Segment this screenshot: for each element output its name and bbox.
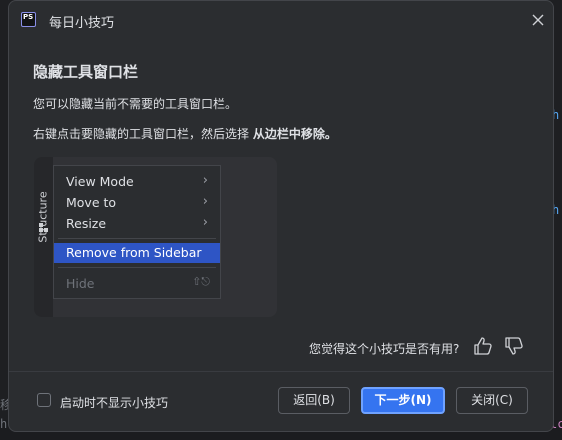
background-code-fragment: h	[0, 417, 8, 431]
back-button[interactable]: 返回(B)	[278, 387, 350, 414]
close-button[interactable]: 关闭(C)	[456, 387, 528, 414]
app-logo-icon: PS	[21, 12, 36, 27]
footer-divider	[9, 371, 553, 372]
menu-separator	[58, 267, 216, 268]
dialog-title: 每日小技巧	[49, 16, 115, 31]
thumbs-down-icon[interactable]	[503, 335, 525, 357]
menu-item-move-to[interactable]: Move to	[66, 195, 116, 210]
menu-item-remove-from-sidebar[interactable]: Remove from Sidebar	[54, 243, 220, 263]
feedback-question: 您觉得这个小技巧是否有用?	[309, 342, 460, 356]
tip-instruction-text: 右键点击要隐藏的工具窗口栏，然后选择	[33, 127, 253, 141]
menu-item-label: Remove from Sidebar	[66, 245, 202, 260]
menu-item-hide[interactable]: Hide	[66, 276, 95, 291]
checkbox-label: 启动时不显示小技巧	[60, 396, 169, 410]
dont-show-on-startup-checkbox[interactable]	[37, 393, 51, 407]
submenu-arrow-icon: ›	[202, 194, 208, 209]
strip-label: Structure	[36, 191, 50, 243]
tip-instruction: 右键点击要隐藏的工具窗口栏，然后选择 从边栏中移除。	[33, 125, 337, 142]
shortcut-hint: ⇧⎋	[192, 275, 210, 288]
context-menu: View Mode › Move to › Resize › Remove fr…	[53, 165, 221, 299]
thumbs-up-icon[interactable]	[472, 335, 494, 357]
menu-item-resize[interactable]: Resize	[66, 216, 106, 231]
submenu-arrow-icon: ›	[202, 173, 208, 188]
tip-description: 您可以隐藏当前不需要的工具窗口栏。	[33, 97, 238, 111]
tip-preview-image: Structure View Mode › Move to › Resize ›…	[34, 157, 277, 317]
tip-of-the-day-dialog: PS 每日小技巧 隐藏工具窗口栏 您可以隐藏当前不需要的工具窗口栏。 右键点击要…	[8, 0, 554, 432]
menu-item-view-mode[interactable]: View Mode	[66, 174, 134, 189]
tool-window-strip: Structure	[34, 157, 53, 317]
tip-instruction-emphasis: 从边栏中移除。	[252, 127, 337, 141]
dialog-titlebar: PS 每日小技巧	[9, 1, 553, 39]
next-button[interactable]: 下一步(N)	[361, 387, 445, 414]
submenu-arrow-icon: ›	[202, 215, 208, 230]
structure-icon	[39, 223, 48, 232]
tip-heading: 隐藏工具窗口栏	[33, 63, 139, 81]
close-icon[interactable]	[529, 11, 547, 29]
menu-separator	[58, 238, 216, 239]
